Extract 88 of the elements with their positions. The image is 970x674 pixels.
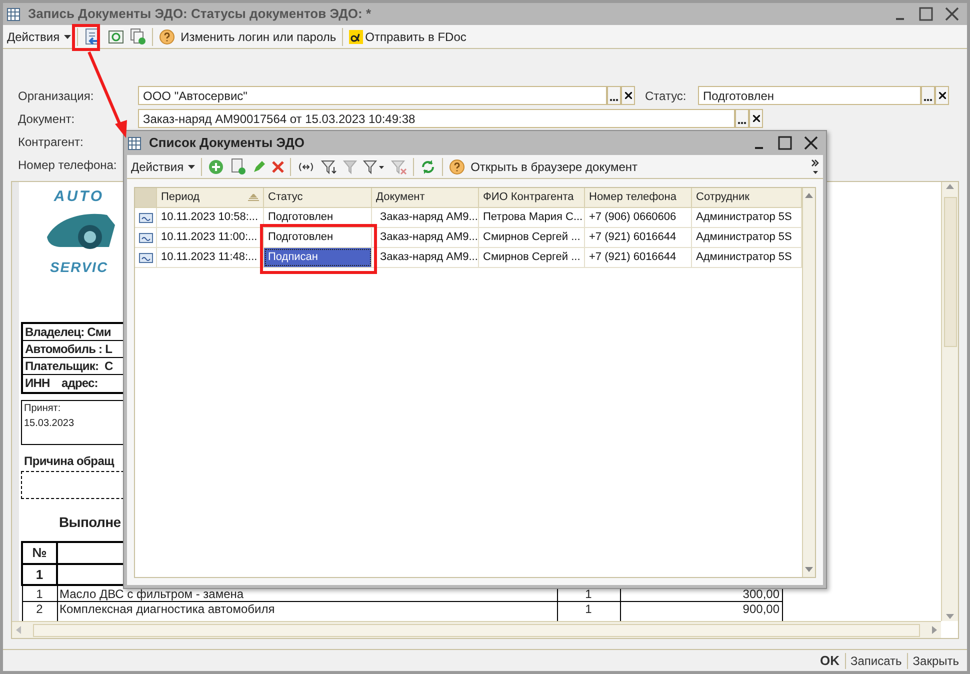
clear-icon [938,92,946,99]
organization-field[interactable]: ООО "Автосервис" [138,86,607,105]
table-cell[interactable]: Подготовлен [264,228,372,247]
column-header[interactable]: Период [157,188,264,207]
clear-icon [624,92,632,99]
scroll-right-icon[interactable] [932,626,937,634]
footer-button[interactable]: Записать [850,652,902,670]
record-icon [138,252,152,262]
table-icon [7,8,20,20]
column-header[interactable]: Номер телефона [585,188,692,207]
filter-dropdown-icon[interactable] [362,158,385,174]
filter-clear-icon[interactable] [390,158,407,174]
table-cell: Заказ-наряд АМ9... [372,208,479,227]
table-cell[interactable]: Подписан [264,248,372,267]
reason-heading: Причина обращ [24,454,116,469]
clear-icon [752,115,760,122]
change-login-button[interactable]: Изменить логин или пароль [180,28,336,46]
accepted-label: Принят: [24,402,62,416]
field-label: Статус: [645,88,688,104]
scrollbar-thumb[interactable] [944,196,956,346]
send-fdoc-button[interactable]: Отправить в FDoc [365,28,466,46]
select-button[interactable] [735,109,749,128]
actions-menu[interactable]: Действия [131,158,195,176]
vertical-scrollbar[interactable] [941,182,958,621]
clear-button[interactable] [621,86,635,105]
vertical-scrollbar[interactable] [802,188,815,577]
window-title: Список Документы ЭДО [149,134,305,152]
caret-icon [64,34,71,38]
table-cell: 1 [22,585,57,601]
record-icon [138,212,152,222]
scroll-down-icon[interactable] [946,614,954,619]
annotation-frame [72,24,100,51]
column-header[interactable]: Статус [264,188,372,207]
actions-menu[interactable]: Действия [7,28,71,46]
field-label: Контрагент: [18,134,84,150]
table-cell: Петрова Мария С... [479,208,585,227]
table-cell: Смирнов Сергей ... [479,228,585,247]
status-field[interactable]: Подготовлен [698,86,921,105]
column-header[interactable]: Документ [372,188,479,207]
works-heading: Выполне [59,513,122,531]
help-icon[interactable] [448,158,465,174]
copy-add-icon[interactable] [230,158,246,175]
maximize-icon[interactable] [778,136,792,150]
field-label: Номер телефона: [18,156,117,174]
add-icon[interactable] [208,158,224,174]
table-cell: +7 (921) 6016644 [585,248,692,267]
field-label: Организация: [18,88,95,104]
alpha-logo-icon [349,30,364,44]
caret-icon [188,164,195,168]
table-cell: 10.11.2023 10:58:... [157,208,264,227]
width-icon[interactable] [296,160,315,172]
help-icon[interactable] [158,28,175,44]
footer-button[interactable]: Закрыть [912,652,959,670]
column-header[interactable]: ФИО Контрагента [479,188,585,207]
clear-button[interactable] [749,109,763,128]
filter-icon[interactable] [320,158,337,174]
close-icon[interactable] [945,7,959,21]
table-cell: 1 [22,564,57,585]
accepted-date: 15.03.2023 [24,417,76,431]
document-field[interactable]: Заказ-наряд АМ90017564 от 15.03.2023 10:49:38 [138,109,735,128]
maximize-icon[interactable] [919,7,933,21]
record-icon [138,232,152,242]
more-icon[interactable] [811,158,819,174]
table-header: № [22,542,57,564]
select-button[interactable] [921,86,935,105]
logo: AUTO SERVIC [35,187,123,279]
copy-add-icon[interactable] [130,28,146,45]
field-label: Документ: [18,110,76,128]
open-in-browser-button[interactable]: Открыть в браузере документ [470,158,638,176]
table-cell: 10.11.2023 11:00:... [157,228,264,247]
scrollbar-thumb[interactable] [33,624,920,636]
horizontal-scrollbar[interactable] [12,621,941,638]
scroll-down-icon[interactable] [805,567,813,572]
table-cell: Смирнов Сергей ... [479,248,585,267]
close-icon[interactable] [804,136,818,150]
window-title: Запись Документы ЭДО: Статусы документов ЭДО: * [28,5,372,24]
scroll-up-icon[interactable] [805,193,813,198]
delete-icon[interactable] [272,160,284,172]
table-cell[interactable]: Подготовлен [264,208,372,227]
info-row-text: ИНН адрес: [24,375,99,392]
table-cell: +7 (906) 0660606 [585,208,692,227]
table-icon [128,136,141,150]
scroll-up-icon[interactable] [946,184,954,189]
pencil-icon[interactable] [252,160,266,174]
footer-button[interactable]: OK [820,650,840,670]
select-button[interactable] [607,86,621,105]
table-cell: +7 (921) 6016644 [585,228,692,247]
clear-button[interactable] [935,86,949,105]
